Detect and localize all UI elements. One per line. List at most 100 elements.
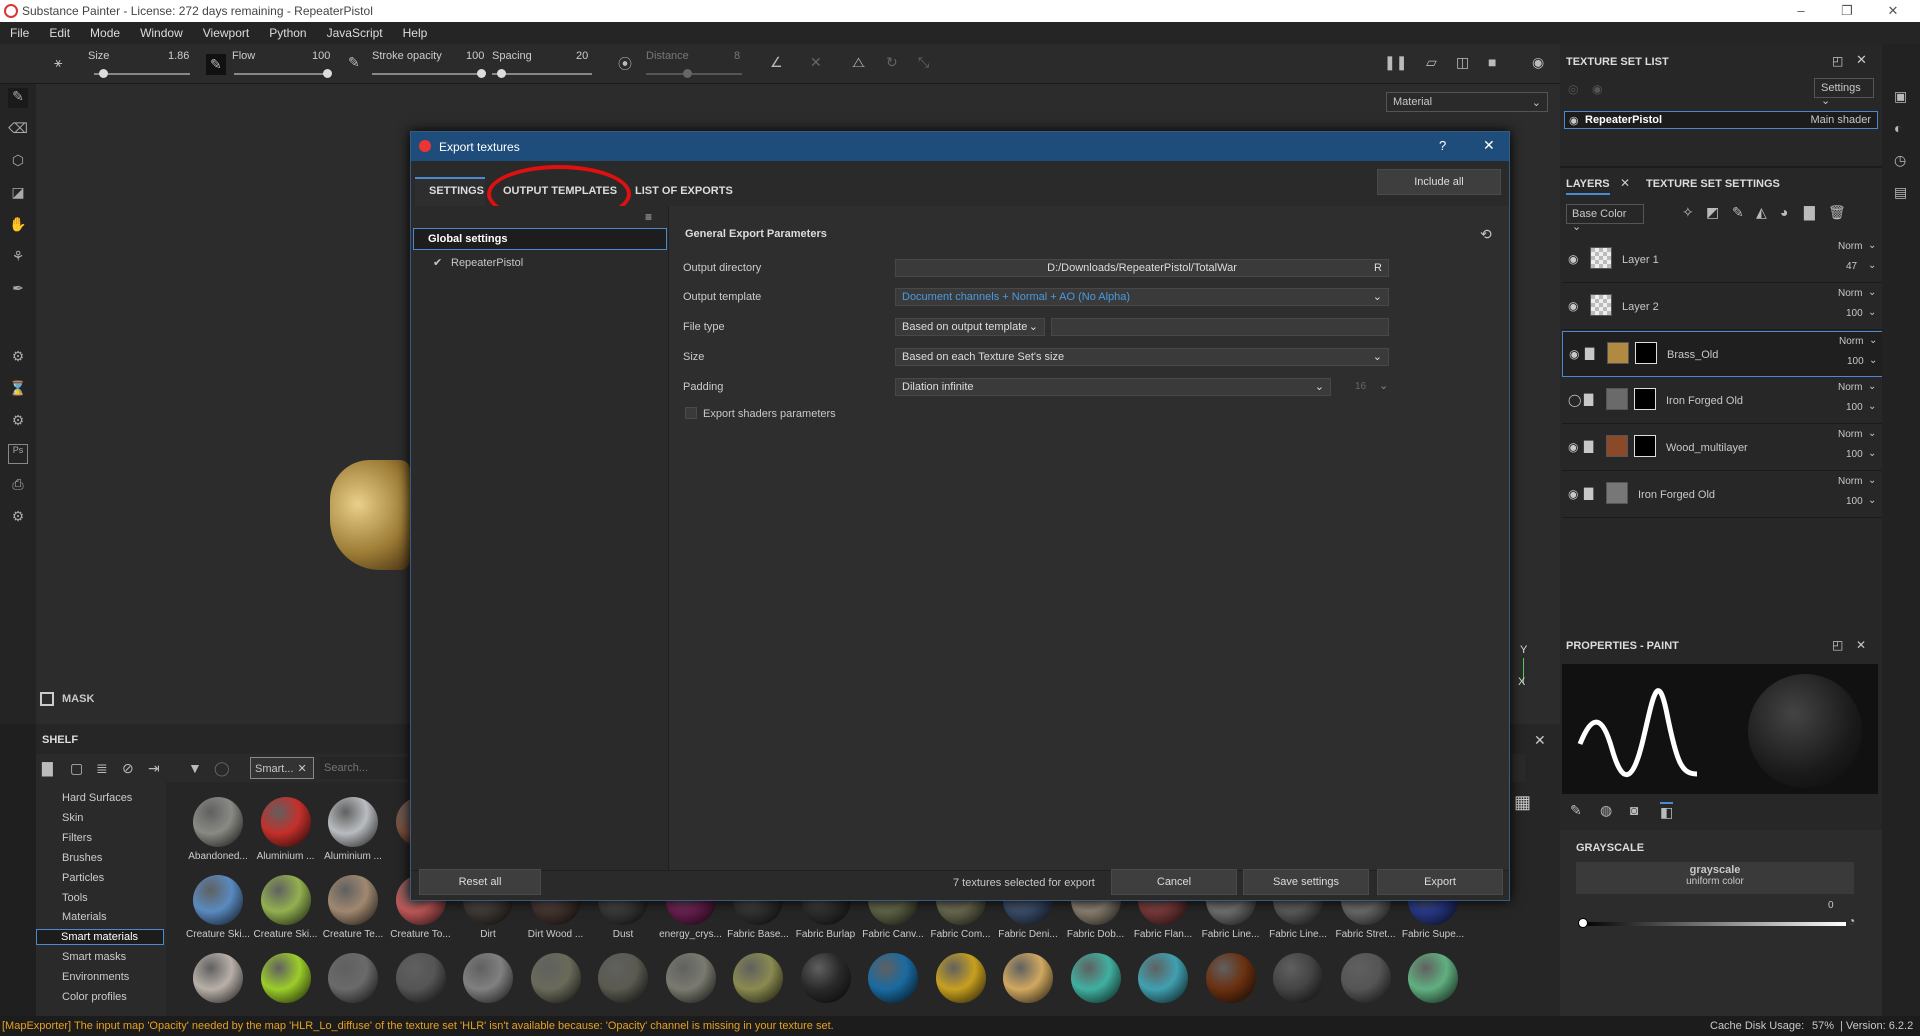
add-fill-layer-icon[interactable]: ◭ xyxy=(1756,204,1767,221)
display-settings-icon[interactable]: ▣ xyxy=(1894,88,1907,105)
eye-icon[interactable]: ◉ xyxy=(1568,440,1578,454)
stroke-opacity-handle[interactable] xyxy=(477,69,486,78)
list-view-icon[interactable]: ≣ xyxy=(96,760,108,777)
add-paint-layer-icon[interactable]: ✎ xyxy=(1732,204,1744,221)
layer-opacity[interactable]: 100 xyxy=(1846,402,1863,413)
eye-icon[interactable]: ◉ xyxy=(1568,252,1578,266)
help-button[interactable]: ? xyxy=(1439,138,1446,153)
layer-opacity[interactable]: 100 xyxy=(1846,496,1863,507)
smart-material-thumbnail[interactable] xyxy=(260,953,311,1003)
grayscale-handle[interactable] xyxy=(1578,918,1588,928)
layer-row[interactable]: ◉ ▇ Iron Forged Old Norm ⌄ 100 ⌄ xyxy=(1562,472,1884,518)
eye-icon[interactable]: ◉ xyxy=(1569,347,1579,361)
close-icon[interactable]: ✕ xyxy=(1856,638,1866,652)
filter-icon[interactable]: ▼ xyxy=(188,760,202,776)
shelf-category[interactable]: Hard Surfaces xyxy=(62,792,132,804)
layer-row[interactable]: ◉ Layer 1 Norm ⌄ 47 ⌄ xyxy=(1562,237,1884,283)
picker-icon[interactable]: ✒ xyxy=(8,280,28,300)
distance-handle[interactable] xyxy=(683,69,692,78)
pen-pressure-icon[interactable]: ✎ xyxy=(206,54,226,75)
eye-icon[interactable]: ◉ xyxy=(1568,487,1578,501)
new-item-icon[interactable]: ▢ xyxy=(70,760,83,777)
shelf-category[interactable]: Smart masks xyxy=(62,951,126,963)
color-picker-icon[interactable]: ◔ xyxy=(1848,914,1855,928)
layer-opacity[interactable]: 47 xyxy=(1846,261,1857,272)
alpha-icon[interactable]: ◍ xyxy=(1600,802,1612,819)
bake-icon[interactable]: ⚙ xyxy=(8,348,28,368)
eye-icon[interactable]: ◉ xyxy=(1569,114,1579,127)
spacing-slider[interactable] xyxy=(492,73,592,75)
pause-icon[interactable]: ❚❚ xyxy=(1384,54,1407,71)
output-template-select[interactable]: Document channels + Normal + AO (No Alph… xyxy=(895,288,1389,306)
tab-layers[interactable]: LAYERS xyxy=(1566,178,1610,195)
close-window-button[interactable]: ✕ xyxy=(1870,0,1916,22)
rotate-icon[interactable]: ↻ xyxy=(886,54,898,71)
layer-blend-mode[interactable]: Norm xyxy=(1839,336,1863,347)
refresh-icon[interactable]: ◯ xyxy=(214,760,230,777)
close-icon[interactable]: ✕ xyxy=(1856,52,1867,68)
close-layers-icon[interactable]: ✕ xyxy=(1620,176,1630,190)
layer-opacity[interactable]: 100 xyxy=(1846,449,1863,460)
distance-slider[interactable] xyxy=(646,73,742,75)
smart-material-thumbnail[interactable] xyxy=(1070,953,1121,1003)
smart-material-thumbnail[interactable] xyxy=(328,875,378,925)
smart-material-thumbnail[interactable] xyxy=(935,953,986,1003)
smudge-icon[interactable]: ✋ xyxy=(8,216,28,236)
smart-material-thumbnail[interactable] xyxy=(463,953,513,1003)
add-smart-material-icon[interactable]: ◕ xyxy=(1780,204,1788,220)
tab-list-of-exports[interactable]: LIST OF EXPORTS xyxy=(635,185,733,197)
size-slider[interactable] xyxy=(94,73,190,75)
smart-material-thumbnail[interactable] xyxy=(1138,953,1188,1003)
layer-row[interactable]: ◉ ▇ Wood_multilayer Norm ⌄ 100 ⌄ xyxy=(1562,425,1884,471)
menu-window[interactable]: Window xyxy=(130,22,193,40)
menu-help[interactable]: Help xyxy=(393,22,438,40)
hide-icon[interactable]: ⊘ xyxy=(122,760,134,777)
smart-material-thumbnail[interactable] xyxy=(868,953,918,1003)
layer-blend-mode[interactable]: Norm xyxy=(1838,241,1862,252)
smart-material-thumbnail[interactable] xyxy=(328,953,378,1003)
float-icon[interactable]: ◰ xyxy=(1832,54,1843,68)
smart-material-thumbnail[interactable] xyxy=(193,875,243,925)
layer-blend-mode[interactable]: Norm xyxy=(1838,288,1862,299)
smart-material-thumbnail[interactable] xyxy=(260,875,311,925)
filter-tag[interactable]: Smart... ✕ xyxy=(250,757,314,779)
size-value[interactable]: 1.86 xyxy=(168,50,189,62)
shelf-category[interactable]: Environments xyxy=(62,971,129,983)
checkmark-icon[interactable]: ✔ xyxy=(433,256,442,269)
smart-material-thumbnail[interactable] xyxy=(1003,953,1053,1003)
menu-mode[interactable]: Mode xyxy=(80,22,130,40)
smart-material-thumbnail[interactable] xyxy=(193,953,243,1003)
flow-value[interactable]: 100 xyxy=(312,50,330,62)
minimize-button[interactable]: – xyxy=(1778,0,1824,22)
brush-icon[interactable]: ✎ xyxy=(1570,802,1582,819)
shelf-search-input[interactable] xyxy=(320,757,410,779)
2d-view-icon[interactable]: ▱ xyxy=(1426,54,1437,71)
include-all-button[interactable]: Include all xyxy=(1377,169,1501,195)
mirror-icon[interactable]: ⧍ xyxy=(852,54,865,71)
import-icon[interactable]: ⇥ xyxy=(148,760,160,777)
float-icon[interactable]: ◰ xyxy=(1832,638,1843,652)
smart-material-thumbnail[interactable] xyxy=(598,953,648,1003)
layer-row[interactable]: ◉ ▇ Brass_Old Norm ⌄ 100 ⌄ xyxy=(1562,331,1884,377)
menu-javascript[interactable]: JavaScript xyxy=(317,22,393,40)
lazy-mouse-icon[interactable]: ⦿ xyxy=(618,54,632,74)
smart-material-thumbnail[interactable] xyxy=(328,797,378,847)
size-slider-handle[interactable] xyxy=(99,69,108,78)
projection-icon[interactable]: ⬡ xyxy=(8,152,28,172)
export-icon[interactable]: ⎙ xyxy=(8,476,28,496)
3d-view-icon[interactable]: ◫ xyxy=(1456,54,1469,71)
export-shaders-checkbox[interactable] xyxy=(685,407,697,419)
grayscale-slot[interactable]: grayscale uniform color xyxy=(1576,862,1854,894)
eraser-icon[interactable]: ⌫ xyxy=(8,120,28,140)
material-icon[interactable]: ◧ xyxy=(1660,802,1674,821)
tab-settings[interactable]: SETTINGS xyxy=(429,185,484,197)
add-mask-icon[interactable]: ◩ xyxy=(1706,204,1719,221)
grid-view-icon[interactable]: ▦ xyxy=(1514,792,1531,813)
visibility-off-icon[interactable]: ◎ xyxy=(1568,82,1578,96)
camera-icon[interactable]: ■ xyxy=(1488,54,1496,70)
smart-material-thumbnail[interactable] xyxy=(530,953,581,1003)
stencil-icon[interactable]: ◙ xyxy=(1630,802,1638,818)
stroke-opacity-slider[interactable] xyxy=(372,73,482,75)
channel-dropdown[interactable]: Base Color ⌄ xyxy=(1566,204,1644,233)
smart-material-thumbnail[interactable] xyxy=(800,953,851,1003)
